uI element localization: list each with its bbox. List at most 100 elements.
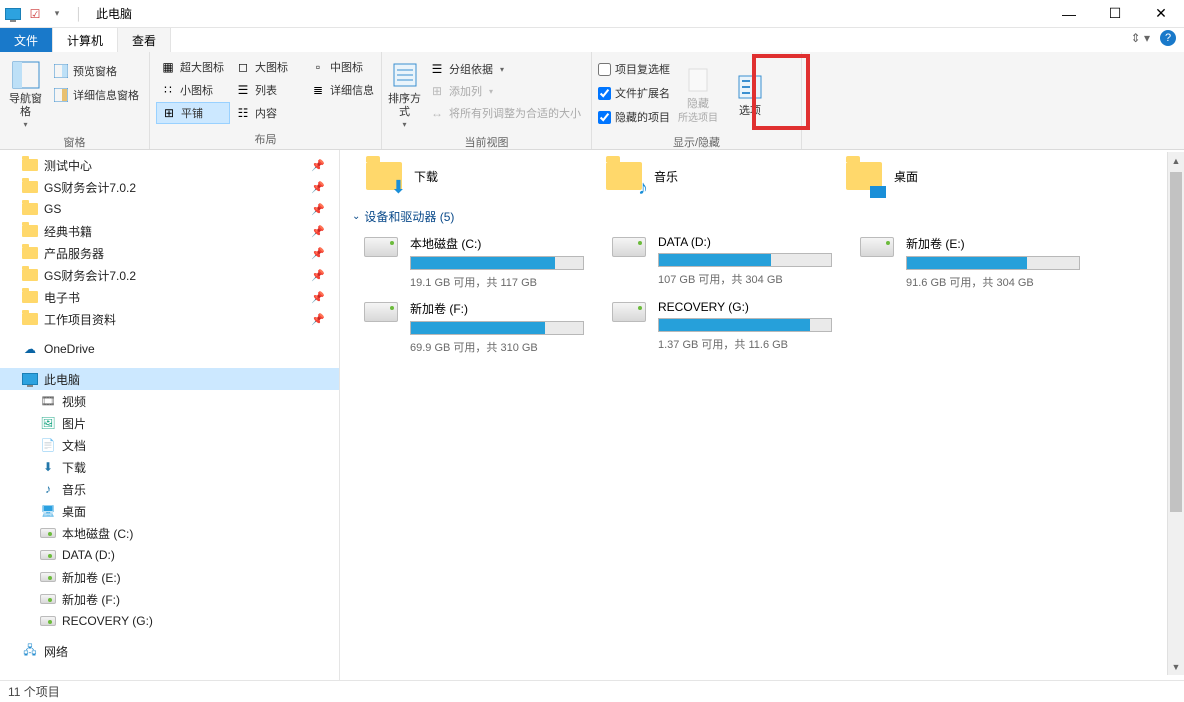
- drive-tile[interactable]: DATA (D:) 107 GB 可用，共 304 GB: [612, 235, 832, 290]
- drive-tile[interactable]: RECOVERY (G:) 1.37 GB 可用，共 11.6 GB: [612, 300, 832, 355]
- content-pane[interactable]: ⬇下载 ♪音乐桌面 ⌄ 设备和驱动器 (5) 本地磁盘 (C:) 19.1 GB …: [340, 150, 1184, 680]
- drive-usage-bar: [410, 256, 584, 270]
- nav-label: GS财务会计7.0.2: [44, 179, 136, 196]
- folder-icon: [22, 267, 38, 283]
- status-item-count: 11 个项目: [8, 683, 60, 700]
- ribbon: 导航窗格 ▾ 预览窗格 详细信息窗格 窗格 ▦超大图标 ◻大图标 ▫中图标: [0, 52, 1184, 150]
- scroll-down-icon[interactable]: ▼: [1168, 658, 1184, 675]
- layout-tiles[interactable]: ⊞平铺: [156, 102, 230, 124]
- drive-icon: [860, 237, 896, 265]
- help-icon[interactable]: ?: [1160, 30, 1176, 46]
- scrollbar-thumb[interactable]: [1170, 172, 1182, 512]
- folder-icon: [22, 311, 38, 327]
- drive-info: 19.1 GB 可用，共 117 GB: [410, 274, 584, 290]
- pin-icon: 📌: [311, 269, 325, 282]
- minimize-button[interactable]: —: [1046, 0, 1092, 28]
- tab-file[interactable]: 文件: [0, 28, 53, 52]
- group-by-icon: ☰: [429, 61, 445, 77]
- navigation-pane[interactable]: 测试中心📌GS财务会计7.0.2📌GS📌经典书籍📌产品服务器📌GS财务会计7.0…: [0, 150, 340, 680]
- nav-this-pc-child[interactable]: DATA (D:): [0, 544, 339, 566]
- qat-properties-icon[interactable]: ☑: [26, 5, 44, 23]
- pin-icon: 📌: [311, 247, 325, 260]
- layout-content[interactable]: ☷内容: [231, 102, 305, 124]
- chk-hidden-items[interactable]: 隐藏的项目: [598, 106, 670, 128]
- nav-this-pc-child[interactable]: 🖥桌面: [0, 500, 339, 522]
- folder-icon: [22, 289, 38, 305]
- maximize-button[interactable]: ☐: [1092, 0, 1138, 28]
- folder-tile[interactable]: ♪音乐: [604, 156, 804, 196]
- drive-tile[interactable]: 本地磁盘 (C:) 19.1 GB 可用，共 117 GB: [364, 235, 584, 290]
- nav-this-pc-child[interactable]: 📄文档: [0, 434, 339, 456]
- nav-this-pc-child[interactable]: 新加卷 (F:): [0, 588, 339, 610]
- section-devices-header[interactable]: ⌄ 设备和驱动器 (5): [352, 208, 1172, 225]
- nav-quick-item[interactable]: 电子书 📌: [0, 286, 339, 308]
- nav-this-pc-child[interactable]: ⬇下载: [0, 456, 339, 478]
- chk-file-extensions[interactable]: 文件扩展名: [598, 82, 670, 104]
- pin-icon: 📌: [311, 291, 325, 304]
- nav-pane-button[interactable]: 导航窗格 ▾: [6, 56, 45, 132]
- layout-small[interactable]: ∷小图标: [156, 79, 230, 101]
- nav-this-pc-child[interactable]: 新加卷 (E:): [0, 566, 339, 588]
- system-menu-icon[interactable]: [4, 5, 22, 23]
- nav-this-pc[interactable]: 此电脑: [0, 368, 339, 390]
- ribbon-minimize-icon[interactable]: ⇕ ▾: [1131, 31, 1150, 45]
- scroll-up-icon[interactable]: ▲: [1168, 152, 1184, 169]
- nav-quick-item[interactable]: GS财务会计7.0.2📌: [0, 176, 339, 198]
- folder-icon: [22, 179, 38, 195]
- preview-pane-button[interactable]: 预览窗格: [49, 60, 143, 82]
- layout-extra-large[interactable]: ▦超大图标: [156, 56, 230, 78]
- preview-pane-icon: [53, 63, 69, 79]
- folder-big-icon: [844, 156, 884, 196]
- folder-tile[interactable]: 桌面: [844, 156, 1044, 196]
- nav-label: 电子书: [44, 289, 80, 306]
- nav-quick-item[interactable]: GS财务会计7.0.2📌: [0, 264, 339, 286]
- vertical-scrollbar[interactable]: ▲ ▼: [1167, 152, 1184, 675]
- details-pane-button[interactable]: 详细信息窗格: [49, 84, 143, 106]
- drive-tile[interactable]: 新加卷 (F:) 69.9 GB 可用，共 310 GB: [364, 300, 584, 355]
- folder-big-icon: ⬇: [364, 156, 404, 196]
- sort-by-button[interactable]: 排序方式 ▾: [388, 56, 421, 132]
- nav-this-pc-child[interactable]: 本地磁盘 (C:): [0, 522, 339, 544]
- options-button[interactable]: 选项: [726, 56, 774, 132]
- drive-usage-bar: [658, 318, 832, 332]
- drive-name: 本地磁盘 (C:): [410, 235, 584, 252]
- hide-selected-button[interactable]: 隐藏 所选项目: [674, 56, 722, 132]
- nav-network[interactable]: 🖧网络: [0, 640, 339, 662]
- nav-quick-item[interactable]: 测试中心📌: [0, 154, 339, 176]
- folder-name: 音乐: [654, 168, 678, 185]
- chk-item-checkboxes[interactable]: 项目复选框: [598, 58, 670, 80]
- nav-this-pc-child[interactable]: RECOVERY (G:): [0, 610, 339, 632]
- drive-tile[interactable]: 新加卷 (E:) 91.6 GB 可用，共 304 GB: [860, 235, 1080, 290]
- layout-medium[interactable]: ▫中图标: [306, 56, 380, 78]
- layout-details[interactable]: ≣详细信息: [306, 79, 380, 101]
- nav-quick-item[interactable]: 经典书籍📌: [0, 220, 339, 242]
- drive-info: 107 GB 可用，共 304 GB: [658, 271, 832, 287]
- close-button[interactable]: ✕: [1138, 0, 1184, 28]
- nav-this-pc-child[interactable]: 🎞视频: [0, 390, 339, 412]
- tab-view[interactable]: 查看: [118, 28, 171, 52]
- group-label-layout: 布局: [156, 129, 375, 147]
- tab-computer[interactable]: 计算机: [53, 28, 118, 52]
- layout-list[interactable]: ☰列表: [231, 79, 305, 101]
- nav-label: 新加卷 (E:): [62, 569, 121, 586]
- layout-large[interactable]: ◻大图标: [231, 56, 305, 78]
- nav-quick-item[interactable]: 工作项目资料📌: [0, 308, 339, 330]
- nav-quick-item[interactable]: GS📌: [0, 198, 339, 220]
- fit-columns-button[interactable]: ↔将所有列调整为合适的大小: [425, 102, 585, 124]
- nav-this-pc-child[interactable]: ♪音乐: [0, 478, 339, 500]
- group-label-current-view: 当前视图: [388, 132, 585, 150]
- pin-icon: 📌: [311, 225, 325, 238]
- nav-label: 下载: [62, 459, 86, 476]
- folder-tile[interactable]: ⬇下载: [364, 156, 564, 196]
- nav-onedrive[interactable]: ☁OneDrive: [0, 338, 339, 360]
- qat-dropdown-icon[interactable]: ▾: [48, 5, 66, 23]
- drive-icon: [612, 302, 648, 330]
- large-icon: ◻: [235, 59, 251, 75]
- network-icon: 🖧: [22, 643, 38, 659]
- nav-quick-item[interactable]: 产品服务器📌: [0, 242, 339, 264]
- sort-icon: [389, 59, 421, 91]
- library-icon: 🖥: [40, 503, 56, 519]
- nav-this-pc-child[interactable]: 🖼图片: [0, 412, 339, 434]
- group-by-button[interactable]: ☰分组依据▾: [425, 58, 585, 80]
- add-columns-button[interactable]: ⊞添加列▾: [425, 80, 585, 102]
